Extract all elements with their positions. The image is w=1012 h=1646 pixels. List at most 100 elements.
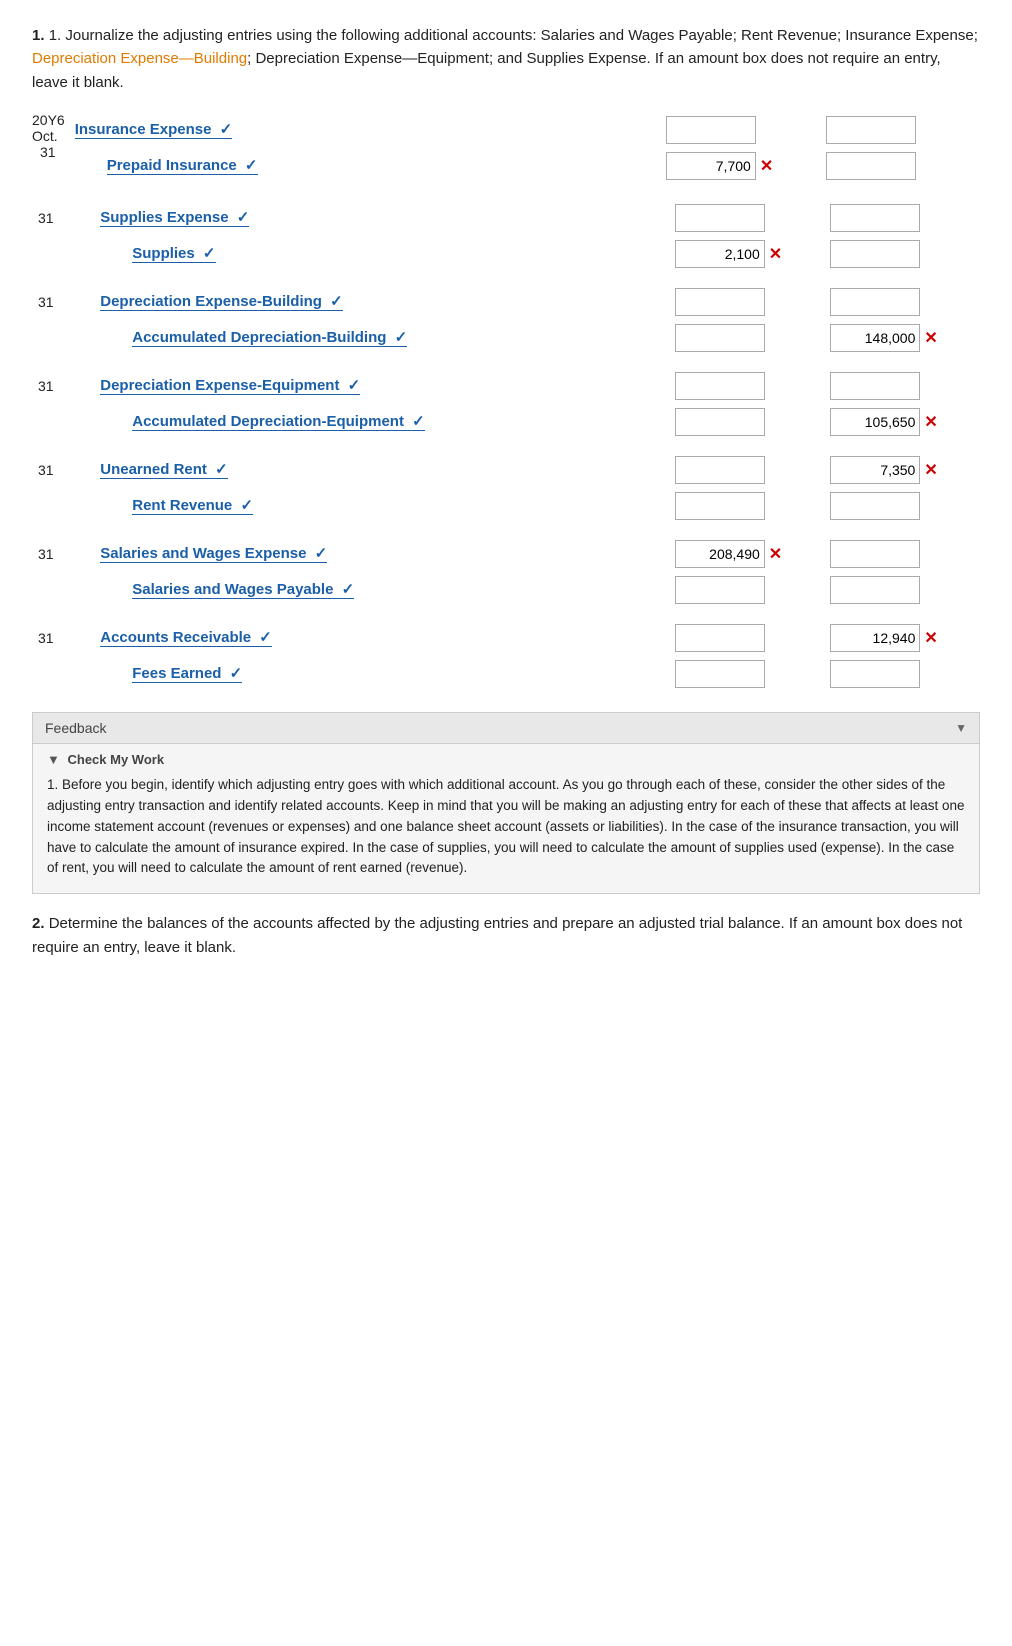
debit-value-6[interactable] <box>675 576 765 604</box>
debit-amount-1: ✕ <box>666 152 814 180</box>
credit-x-3: ✕ <box>924 328 937 348</box>
credit-account-5[interactable]: Rent Revenue ✓ <box>132 496 253 515</box>
debit-x-6: ✕ <box>769 544 782 564</box>
debit-value-3[interactable] <box>675 324 765 352</box>
entry-row-debit-5: 31 Unearned Rent ✓ ✕ <box>32 452 980 488</box>
credit-x-4: ✕ <box>924 412 937 432</box>
debit-value-5[interactable] <box>675 492 765 520</box>
debit-account-7[interactable]: Accounts Receivable ✓ <box>100 628 272 647</box>
entry-row-credit-7: Fees Earned ✓ <box>32 656 980 692</box>
debit-x-2: ✕ <box>769 244 782 264</box>
credit-value-4[interactable] <box>830 408 920 436</box>
entry-row-credit-2: Supplies ✓ ✕ <box>32 236 980 272</box>
entry-row-credit-1: Prepaid Insurance ✓ ✕ <box>69 148 980 184</box>
credit-input-1[interactable] <box>826 116 916 144</box>
section2-text: Determine the balances of the accounts a… <box>32 915 962 955</box>
entry-row-debit-6: 31 Salaries and Wages Expense ✓ ✕ <box>32 536 980 572</box>
entry-table-5: 31 Unearned Rent ✓ ✕ Rent Revenue ✓ <box>32 452 980 524</box>
credit-account-1[interactable]: Prepaid Insurance ✓ <box>107 156 258 175</box>
credit-input-7[interactable] <box>830 624 920 652</box>
credit-value-6[interactable] <box>830 576 920 604</box>
credit-account-2[interactable]: Supplies ✓ <box>132 244 215 263</box>
debit-account-6[interactable]: Salaries and Wages Expense ✓ <box>100 544 327 563</box>
entry-table-3: 31 Depreciation Expense-Building ✓ Accum… <box>32 284 980 356</box>
debit-account-2[interactable]: Supplies Expense ✓ <box>100 208 249 227</box>
date-6: 31 <box>32 536 94 572</box>
date-3: 31 <box>32 284 94 320</box>
debit-account-3[interactable]: Depreciation Expense-Building ✓ <box>100 292 342 311</box>
debit-input-4[interactable] <box>675 372 765 400</box>
credit-input-3[interactable] <box>830 288 920 316</box>
entry-row-debit-4: 31 Depreciation Expense-Equipment ✓ <box>32 368 980 404</box>
debit-value-7[interactable] <box>675 660 765 688</box>
feedback-content: ▼ Check My Work 1. Before you begin, ide… <box>33 744 979 894</box>
entry-row-debit-1: Insurance Expense ✓ <box>69 112 980 148</box>
debit-input-7[interactable] <box>675 624 765 652</box>
date-7: 31 <box>32 620 94 656</box>
feedback-label: Feedback <box>45 720 106 736</box>
entry-table-4: 31 Depreciation Expense-Equipment ✓ Accu… <box>32 368 980 440</box>
entry-row-credit-5: Rent Revenue ✓ <box>32 488 980 524</box>
debit-account-5[interactable]: Unearned Rent ✓ <box>100 460 227 479</box>
entry-table-1: Insurance Expense ✓ Prepaid Insurance ✓ <box>69 112 980 184</box>
debit-account-4[interactable]: Depreciation Expense-Equipment ✓ <box>100 376 360 395</box>
date-header: 20Y6 Oct. 31 Insurance Expense ✓ <box>32 112 980 192</box>
debit-account-1[interactable]: Insurance Expense ✓ <box>75 120 232 139</box>
date-5: 31 <box>32 452 94 488</box>
credit-account-3[interactable]: Accumulated Depreciation-Building ✓ <box>132 328 407 347</box>
feedback-body: 1. Before you begin, identify which adju… <box>33 771 979 894</box>
credit-value-5[interactable] <box>830 492 920 520</box>
credit-value-1[interactable] <box>826 152 916 180</box>
entry-row-credit-4: Accumulated Depreciation-Equipment ✓ ✕ <box>32 404 980 440</box>
debit-value-2[interactable] <box>675 240 765 268</box>
credit-x-7: ✕ <box>924 628 937 648</box>
credit-input-2[interactable] <box>830 204 920 232</box>
credit-input-4[interactable] <box>830 372 920 400</box>
intro-paragraph: 1. 1. Journalize the adjusting entries u… <box>32 24 980 94</box>
entry-row-credit-3: Accumulated Depreciation-Building ✓ ✕ <box>32 320 980 356</box>
month-label: Oct. <box>32 128 65 144</box>
entry-table-7: 31 Accounts Receivable ✓ ✕ Fees Earned ✓ <box>32 620 980 692</box>
date-2: 31 <box>32 200 94 236</box>
year-label: 20Y6 <box>32 112 65 128</box>
credit-x-5: ✕ <box>924 460 937 480</box>
entry-table-2: 31 Supplies Expense ✓ Supplies ✓ ✕ <box>32 200 980 272</box>
credit-value-3[interactable] <box>830 324 920 352</box>
section2-paragraph: 2. Determine the balances of the account… <box>32 912 980 959</box>
check-my-work-text: Check My Work <box>68 752 165 767</box>
entry-row-debit-3: 31 Depreciation Expense-Building ✓ <box>32 284 980 320</box>
debit-input-6[interactable] <box>675 540 765 568</box>
debit-input-5[interactable] <box>675 456 765 484</box>
entry-row-debit-2: 31 Supplies Expense ✓ <box>32 200 980 236</box>
credit-value-7[interactable] <box>830 660 920 688</box>
question-number: 1. <box>32 27 45 44</box>
debit-value-1[interactable] <box>666 152 756 180</box>
check-my-work-label[interactable]: ▼ Check My Work <box>33 744 979 771</box>
debit-input-1[interactable] <box>666 116 756 144</box>
credit-box-1 <box>826 116 974 144</box>
date-4: 31 <box>32 368 94 404</box>
entry-row-debit-7: 31 Accounts Receivable ✓ ✕ <box>32 620 980 656</box>
day-label: 31 <box>32 144 65 160</box>
debit-input-3[interactable] <box>675 288 765 316</box>
section2-number: 2. <box>32 915 45 932</box>
debit-x-1: ✕ <box>760 156 773 176</box>
entry-table-6: 31 Salaries and Wages Expense ✓ ✕ Salari… <box>32 536 980 608</box>
entry-row-credit-6: Salaries and Wages Payable ✓ <box>32 572 980 608</box>
intro-text-before: 1. Journalize the adjusting entries usin… <box>49 27 978 44</box>
feedback-section: Feedback ▼ ▼ Check My Work 1. Before you… <box>32 712 980 895</box>
credit-account-4[interactable]: Accumulated Depreciation-Equipment ✓ <box>132 412 424 431</box>
credit-account-6[interactable]: Salaries and Wages Payable ✓ <box>132 580 354 599</box>
debit-value-4[interactable] <box>675 408 765 436</box>
credit-input-6[interactable] <box>830 540 920 568</box>
debit-input-2[interactable] <box>675 204 765 232</box>
credit-input-5[interactable] <box>830 456 920 484</box>
feedback-chevron-icon: ▼ <box>955 721 967 735</box>
triangle-icon: ▼ <box>47 752 60 767</box>
credit-account-7[interactable]: Fees Earned ✓ <box>132 664 242 683</box>
intro-highlight: Depreciation Expense—Building <box>32 50 247 67</box>
feedback-header[interactable]: Feedback ▼ <box>33 713 979 744</box>
credit-amount-1 <box>826 152 974 180</box>
credit-value-2[interactable] <box>830 240 920 268</box>
entry-group-1: Insurance Expense ✓ Prepaid Insurance ✓ <box>69 112 980 192</box>
